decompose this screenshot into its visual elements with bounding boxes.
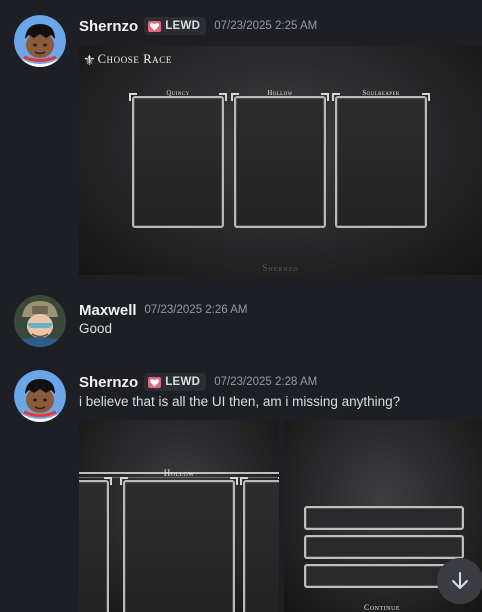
- race-card-hollow: Hollow: [231, 89, 329, 228]
- continue-label: Continue: [364, 603, 400, 612]
- watermark: Shernzo: [262, 263, 299, 273]
- username[interactable]: Maxwell: [79, 302, 137, 319]
- race-card-quincy: Quincy: [129, 89, 227, 228]
- heart-icon: [148, 376, 162, 388]
- message-3: Shernzo LEWD 07/23/2025 2:28 AM i believ…: [0, 355, 482, 612]
- message-text: Good: [79, 321, 113, 336]
- menu-bar-2: [304, 535, 464, 559]
- message-header: Shernzo LEWD 07/23/2025 2:28 AM: [79, 372, 317, 392]
- message-header: Shernzo LEWD 07/23/2025 2:25 AM: [79, 16, 317, 36]
- card-label: Hollow: [163, 468, 195, 478]
- card-label: Hollow: [267, 89, 293, 97]
- scroll-to-bottom-button[interactable]: [437, 558, 482, 604]
- image-attachment[interactable]: ⚜ Choose Race Quincy Hollow Soulreaper S…: [79, 46, 482, 275]
- message-1: Shernzo LEWD 07/23/2025 2:25 AM ⚜ Choose…: [0, 0, 482, 285]
- avatar[interactable]: [14, 295, 66, 347]
- menu-bar-1: [304, 506, 464, 530]
- message-text: i believe that is all the UI then, am i …: [79, 394, 401, 409]
- role-tag-label: LEWD: [165, 376, 201, 388]
- card-label: Soulreaper: [362, 89, 400, 97]
- choose-race-title: ⚜ Choose Race: [83, 52, 172, 67]
- heart-icon: [148, 20, 162, 32]
- race-card-partial-right: [240, 477, 279, 612]
- avatar[interactable]: [14, 15, 66, 67]
- avatar[interactable]: [14, 370, 66, 422]
- arrow-down-icon: [452, 572, 468, 589]
- card-label: Quincy: [166, 89, 190, 97]
- role-tag[interactable]: LEWD: [144, 373, 207, 391]
- timestamp: 07/23/2025 2:25 AM: [214, 20, 318, 32]
- username[interactable]: Shernzo: [79, 374, 138, 391]
- race-card-partial-left: [79, 477, 112, 612]
- role-tag[interactable]: LEWD: [144, 17, 207, 35]
- fleur-icon: ⚜: [83, 51, 96, 68]
- message-header: Maxwell 07/23/2025 2:26 AM: [79, 300, 247, 320]
- race-card-hollow-large: Hollow: [120, 468, 238, 612]
- message-2: Maxwell 07/23/2025 2:26 AM Good: [0, 285, 482, 355]
- timestamp: 07/23/2025 2:28 AM: [214, 376, 318, 388]
- role-tag-label: LEWD: [165, 20, 201, 32]
- image-attachment-left[interactable]: Hollow: [79, 420, 279, 612]
- race-card-soulreaper: Soulreaper: [332, 89, 430, 228]
- username[interactable]: Shernzo: [79, 18, 138, 35]
- title-text: Choose Race: [97, 52, 172, 66]
- timestamp: 07/23/2025 2:26 AM: [144, 304, 248, 316]
